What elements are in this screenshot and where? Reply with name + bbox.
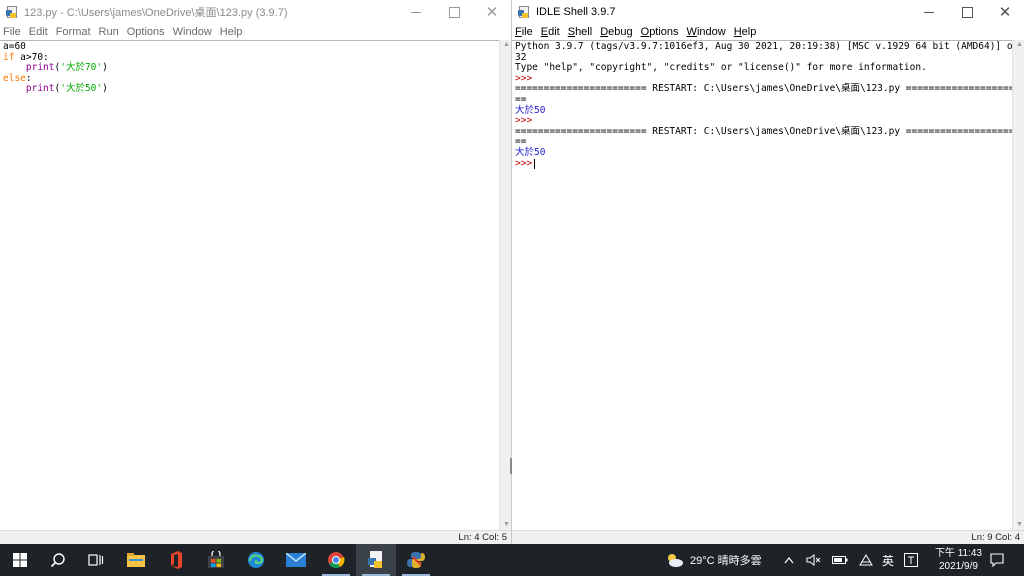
shell-titlebar[interactable]: IDLE Shell 3.9.7 ✕ xyxy=(512,0,1024,24)
menu-window[interactable]: Window xyxy=(687,26,726,38)
file-explorer-icon[interactable] xyxy=(116,544,156,576)
network-icon[interactable] xyxy=(858,544,874,576)
editor-title: 123.py - C:\Users\james\OneDrive\桌面\123.… xyxy=(24,7,288,19)
restart-line-wrap: == xyxy=(515,93,527,105)
ime-indicator[interactable]: 英 xyxy=(882,544,894,576)
weather-cloud-sun-icon xyxy=(668,554,683,567)
weather-widget[interactable]: 29°C 晴時多雲 xyxy=(664,544,762,576)
idle-shell-icon xyxy=(518,6,530,18)
editor-window: 123.py - C:\Users\james\OneDrive\桌面\123.… xyxy=(0,0,512,544)
menu-help[interactable]: Help xyxy=(220,26,243,38)
menu-format[interactable]: Format xyxy=(56,26,91,38)
system-clock[interactable]: 下午 11:43 2021/9/9 xyxy=(935,547,982,573)
mail-icon[interactable] xyxy=(276,544,316,576)
windows-start-icon[interactable] xyxy=(0,544,40,576)
python-idle-icon[interactable] xyxy=(396,544,436,576)
code-line: print('大於50') xyxy=(25,83,108,95)
code-editor[interactable]: a=60 if a>70: print('大於70') else: print('大… xyxy=(0,40,499,530)
search-icon[interactable] xyxy=(38,544,78,576)
close-button[interactable]: ✕ xyxy=(473,0,511,24)
menu-run[interactable]: Run xyxy=(99,26,119,38)
menu-file[interactable]: File xyxy=(3,26,21,38)
minimize-button[interactable] xyxy=(397,0,435,24)
close-button[interactable]: ✕ xyxy=(986,0,1024,24)
battery-icon[interactable] xyxy=(832,544,848,576)
idle-editor-icon[interactable] xyxy=(356,544,396,576)
program-output: 大於50 xyxy=(515,146,546,158)
code-line: a=60 xyxy=(3,41,26,52)
menu-window[interactable]: Window xyxy=(173,26,212,38)
menu-shell[interactable]: Shell xyxy=(568,26,592,38)
banner-line: Python 3.9.7 (tags/v3.9.7:1016ef3, Aug 3… xyxy=(515,41,1012,52)
maximize-button[interactable] xyxy=(435,0,473,24)
editor-menubar: File Edit Format Run Options Window Help xyxy=(0,24,511,40)
shell-prompt: >>> xyxy=(515,157,533,169)
text-cursor xyxy=(534,158,536,169)
shell-title: IDLE Shell 3.9.7 xyxy=(536,6,616,18)
microsoft-store-icon[interactable] xyxy=(196,544,236,576)
office-icon[interactable] xyxy=(156,544,196,576)
banner-line: Type "help", "copyright", "credits" or "… xyxy=(515,62,927,74)
code-line: print('大於70') xyxy=(25,62,108,74)
restart-line-wrap: == xyxy=(515,136,527,148)
show-hidden-icons-icon[interactable] xyxy=(784,544,794,576)
shell-statusbar: Ln: 9 Col: 4 xyxy=(512,530,1024,544)
menu-options[interactable]: Options xyxy=(641,26,679,38)
restart-line: ======================= RESTART: C:\User… xyxy=(515,83,1012,95)
scroll-down-icon[interactable]: ▼ xyxy=(503,521,510,528)
shell-menubar: File Edit Shell Debug Options Window Hel… xyxy=(512,24,1024,40)
editor-titlebar[interactable]: 123.py - C:\Users\james\OneDrive\桌面\123.… xyxy=(0,0,511,24)
editor-statusbar: Ln: 4 Col: 5 xyxy=(0,530,511,544)
menu-file[interactable]: File xyxy=(515,26,533,38)
maximize-button[interactable] xyxy=(948,0,986,24)
menu-edit[interactable]: Edit xyxy=(29,26,48,38)
ime-mode-icon[interactable] xyxy=(904,544,918,576)
scroll-up-icon[interactable]: ▲ xyxy=(1016,41,1023,48)
shell-scrollbar[interactable]: ▲ ▼ xyxy=(1012,40,1024,530)
scroll-down-icon[interactable]: ▼ xyxy=(1016,521,1023,528)
chrome-icon[interactable] xyxy=(316,544,356,576)
taskbar: 29°C 晴時多雲 英 下午 11:43 2021/9/9 xyxy=(0,544,1024,576)
notification-center-icon[interactable] xyxy=(990,544,1004,576)
editor-scrollbar[interactable]: ▲ ▼ xyxy=(499,40,511,530)
scroll-up-icon[interactable]: ▲ xyxy=(503,41,510,48)
menu-debug[interactable]: Debug xyxy=(600,26,632,38)
edge-icon[interactable] xyxy=(236,544,276,576)
speaker-muted-icon[interactable] xyxy=(806,544,822,576)
clock-time: 下午 11:43 xyxy=(934,548,982,559)
clock-date: 2021/9/9 xyxy=(939,561,978,572)
menu-options[interactable]: Options xyxy=(127,26,165,38)
active-prompt-line: >>> xyxy=(515,157,1012,170)
shell-output[interactable]: Python 3.9.7 (tags/v3.9.7:1016ef3, Aug 3… xyxy=(512,40,1012,530)
minimize-button[interactable] xyxy=(910,0,948,24)
menu-help[interactable]: Help xyxy=(734,26,757,38)
program-output: 大於50 xyxy=(515,104,546,116)
task-view-icon[interactable] xyxy=(76,544,116,576)
shell-window: IDLE Shell 3.9.7 ✕ File Edit Shell Debug… xyxy=(512,0,1024,544)
restart-line: ======================= RESTART: C:\User… xyxy=(515,125,1012,137)
menu-edit[interactable]: Edit xyxy=(541,26,560,38)
weather-text: 29°C 晴時多雲 xyxy=(690,555,762,567)
idle-file-icon xyxy=(6,6,18,18)
